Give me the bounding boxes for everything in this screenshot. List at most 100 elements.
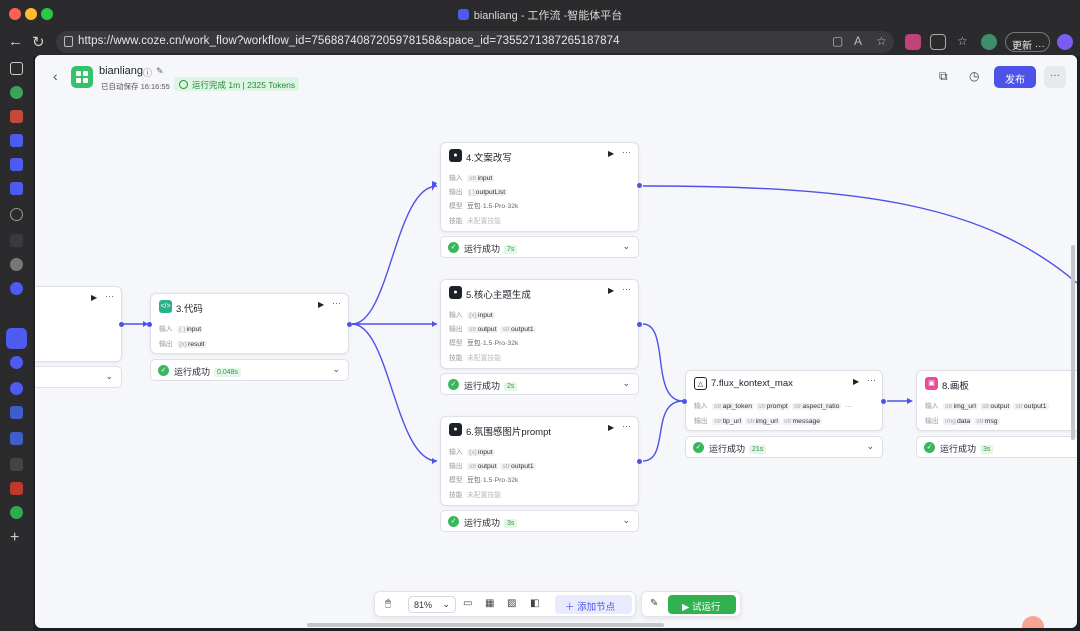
chevron-down-icon[interactable]: ⌄: [332, 364, 340, 375]
node-3-status[interactable]: ✓ 运行成功 0.048s ⌄: [150, 359, 349, 381]
node-4-output-port[interactable]: [637, 183, 642, 188]
add-node-button[interactable]: ＋ 添加节点: [555, 595, 632, 614]
vertical-scrollbar[interactable]: [1071, 245, 1075, 440]
profile-avatar[interactable]: [981, 34, 997, 50]
mouse-mode-icon[interactable]: 🖱: [385, 598, 391, 609]
success-check-icon: ✓: [448, 242, 459, 253]
run-node-icon[interactable]: ▶: [608, 423, 614, 432]
run-toolbar: ✎ ▶ 试运行: [641, 591, 741, 617]
active-tab-favicon-icon[interactable]: [6, 328, 27, 349]
globe-icon[interactable]: [10, 208, 23, 221]
node-7-output-port[interactable]: [881, 399, 886, 404]
canvas-board-icon: ▣: [925, 377, 938, 390]
extensions-icon[interactable]: [930, 34, 946, 50]
minimap-icon[interactable]: ◧: [530, 598, 539, 609]
run-node-icon[interactable]: ▶: [318, 300, 324, 309]
tab-favicon-icon[interactable]: [10, 234, 23, 247]
node-more-icon[interactable]: ···: [622, 284, 631, 294]
chevron-down-icon[interactable]: ⌄: [622, 378, 630, 389]
tab-favicon-icon[interactable]: [10, 482, 23, 495]
window-titlebar: bianliang - 工作流 -智能体平台: [0, 0, 1080, 28]
run-node-icon[interactable]: ▶: [91, 293, 97, 302]
code-icon: </>: [159, 300, 172, 313]
node-7-status[interactable]: ✓ 运行成功 21s ⌄: [685, 436, 883, 458]
node-2-partial[interactable]: ▶ ···: [35, 286, 122, 362]
chevron-down-icon[interactable]: ⌄: [866, 441, 874, 452]
node-more-icon[interactable]: ···: [622, 147, 631, 157]
node-more-icon[interactable]: ···: [867, 375, 876, 385]
comment-icon[interactable]: ▭: [463, 598, 472, 609]
node-more-icon[interactable]: ···: [332, 298, 341, 308]
address-bar[interactable]: https://www.coze.cn/work_flow?workflow_i…: [56, 31, 894, 53]
node-2-status[interactable]: ⌄: [35, 366, 122, 388]
node-6-output-port[interactable]: [637, 459, 642, 464]
node-2-output-port[interactable]: [119, 322, 124, 327]
tab-favicon-icon[interactable]: [10, 86, 23, 99]
node-more-icon[interactable]: ···: [622, 421, 631, 431]
node-input-row: 输入 strinput: [449, 175, 495, 182]
node-5-status[interactable]: ✓ 运行成功 2s ⌄: [440, 373, 639, 395]
edge-3-4: [351, 185, 438, 325]
node-3-code[interactable]: </> 3.代码 ▶ ··· 输入{ }input 输出 {x}result: [150, 293, 349, 354]
node-8-canvas[interactable]: ▣ 8.画板 输入 strimg_url stroutput stroutput1 输…: [916, 370, 1077, 431]
tab-favicon-icon[interactable]: [10, 182, 23, 195]
tab-favicon-icon[interactable]: [10, 134, 23, 147]
reader-icon[interactable]: ▢: [832, 34, 843, 48]
node-skill-row: 技能 未配置技能: [449, 492, 501, 499]
image-icon[interactable]: ▨: [507, 598, 516, 609]
tab-favicon-icon[interactable]: [10, 432, 23, 445]
back-arrow-icon[interactable]: ←: [8, 33, 23, 50]
node-6-atmosphere-prompt[interactable]: ● 6.氛围感图片prompt ▶ ··· 输入 {x}input 输出 strou…: [440, 416, 639, 506]
url-text[interactable]: https://www.coze.cn/work_flow?workflow_i…: [78, 35, 620, 47]
node-4-copy-rewrite[interactable]: ● 4.文案改写 ▶ ··· 输入 strinput 输出[ ]outputLis…: [440, 142, 639, 232]
run-node-icon[interactable]: ▶: [608, 149, 614, 158]
node-6-status[interactable]: ✓ 运行成功 3s ⌄: [440, 510, 639, 532]
horizontal-scrollbar[interactable]: [307, 623, 664, 627]
node-7-input-port[interactable]: [682, 399, 687, 404]
favorite-star-icon[interactable]: ☆: [876, 34, 887, 48]
zoom-select[interactable]: 81% ⌄: [408, 596, 456, 613]
update-button[interactable]: 更新 ···: [1005, 32, 1050, 52]
tab-favicon-icon[interactable]: [10, 458, 23, 471]
coze-favicon-icon: [457, 9, 469, 20]
run-node-icon[interactable]: ▶: [853, 377, 859, 386]
reload-icon[interactable]: ↻: [32, 33, 45, 51]
favorites-icon[interactable]: ☆: [957, 34, 968, 48]
node-7-flux-kontext-max[interactable]: △ 7.flux_kontext_max ▶ ··· 输入 strapi_toke…: [685, 370, 883, 431]
new-tab-plus-icon[interactable]: +: [10, 530, 23, 546]
node-4-status[interactable]: ✓ 运行成功 7s ⌄: [440, 236, 639, 258]
read-aloud-icon[interactable]: A: [854, 34, 862, 48]
chevron-down-icon[interactable]: ⌄: [105, 371, 113, 382]
tab-favicon-icon[interactable]: [10, 110, 23, 123]
translate-extension-icon[interactable]: [905, 34, 921, 50]
tab-favicon-icon[interactable]: [10, 158, 23, 171]
tab-favicon-icon[interactable]: [10, 258, 23, 271]
chevron-down-icon[interactable]: ⌄: [622, 515, 630, 526]
llm-icon: ●: [449, 423, 462, 436]
tab-favicon-icon[interactable]: [10, 356, 23, 369]
debug-tool-icon[interactable]: ✎: [650, 598, 658, 609]
tab-favicon-icon[interactable]: [10, 382, 23, 395]
tab-favicon-icon[interactable]: [10, 406, 23, 419]
chevron-down-icon[interactable]: ⌄: [622, 241, 630, 252]
tab-favicon-icon[interactable]: [10, 506, 23, 519]
node-5-core-theme[interactable]: ● 5.核心主题生成 ▶ ··· 输入 {x}input 输出 stroutput s…: [440, 279, 639, 369]
test-run-button[interactable]: ▶ 试运行: [668, 595, 736, 614]
node-5-output-port[interactable]: [637, 322, 642, 327]
node-output-row: 输出 stroutput stroutput1: [449, 326, 536, 333]
copilot-icon[interactable]: [1057, 34, 1073, 50]
lock-icon: [64, 36, 73, 47]
run-node-icon[interactable]: ▶: [608, 286, 614, 295]
node-3-output-port[interactable]: [347, 322, 352, 327]
node-8-status[interactable]: ✓ 运行成功 3s: [916, 436, 1077, 458]
tabs-icon[interactable]: [10, 62, 23, 75]
workflow-editor: ‹ bianliang ⓘ ✎ 已自动保存 16:16:55 运行完成 1m |…: [35, 55, 1077, 628]
edge-4-out: [642, 185, 1077, 284]
node-more-icon[interactable]: ···: [105, 291, 114, 301]
edge-5-7: [642, 323, 684, 402]
layout-grid-icon[interactable]: ▦: [485, 598, 494, 609]
node-input-row: 输入 {x}input: [449, 449, 495, 456]
tab-favicon-icon[interactable]: [10, 282, 23, 295]
node-output-row: 输出 strtip_url strimg_url strmessage: [694, 418, 823, 425]
node-3-input-port[interactable]: [147, 322, 152, 327]
